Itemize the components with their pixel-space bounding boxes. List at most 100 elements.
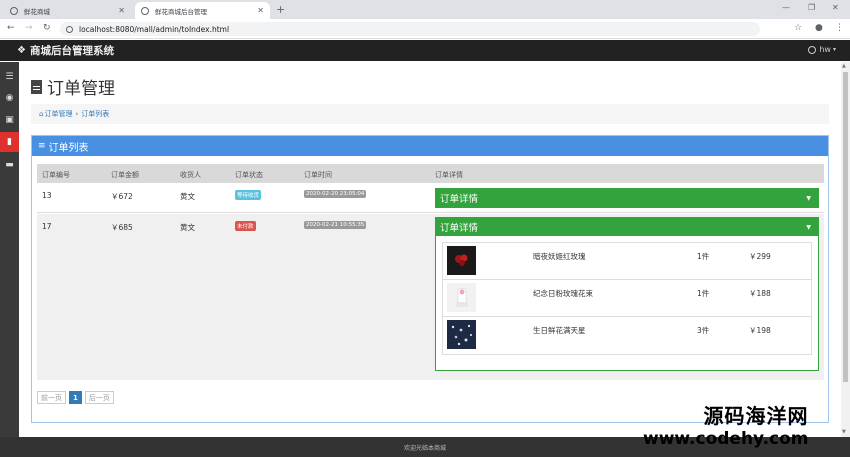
user-menu[interactable]: hw ▾ bbox=[808, 45, 836, 54]
panel-title: 订单列表 bbox=[48, 142, 89, 154]
pagination: 前一页 1 后一页 bbox=[37, 391, 117, 404]
tab-title: 鲜花商城 bbox=[24, 7, 50, 16]
item-qty: 1件 bbox=[697, 252, 710, 261]
cubes-icon: ❖ bbox=[17, 45, 26, 56]
column-header: 收货人 bbox=[180, 171, 201, 179]
back-icon[interactable]: ← bbox=[7, 23, 15, 33]
order-items-list: 暗夜妖姬红玫瑰 1件 ￥299 纪念日粉玫瑰花束 1件 ￥188 生日鲜花满天星… bbox=[442, 242, 812, 355]
sidebar: ☰ ◉ ▣ ▮ ▬ bbox=[0, 62, 19, 437]
menu-icon: ☰ bbox=[5, 72, 14, 82]
user-name: hw bbox=[819, 45, 831, 54]
forward-icon[interactable]: → bbox=[25, 23, 33, 33]
column-header: 订单时间 bbox=[304, 171, 332, 179]
order-receiver: 黄文 bbox=[180, 192, 195, 201]
item-price: ￥188 bbox=[749, 289, 771, 298]
detail-label: 订单详情 bbox=[440, 194, 479, 205]
list-icon: ≡ bbox=[38, 141, 46, 151]
caret-down-icon: ▼ bbox=[806, 194, 811, 202]
table-row: 17 ￥685 黄文 未付款 2020-02-21 10:55:35 订单详情 … bbox=[37, 214, 824, 380]
column-header: 订单详情 bbox=[435, 171, 463, 179]
watermark-line2: www.codehy.com bbox=[643, 429, 809, 449]
item-name: 纪念日粉玫瑰花束 bbox=[533, 289, 593, 298]
order-detail-toggle[interactable]: 订单详情 ▼ bbox=[435, 188, 819, 208]
prev-page-button[interactable]: 前一页 bbox=[37, 391, 66, 404]
order-detail-body: 暗夜妖姬红玫瑰 1件 ￥299 纪念日粉玫瑰花束 1件 ￥188 生日鲜花满天星… bbox=[435, 236, 819, 371]
item-name: 生日鲜花满天星 bbox=[533, 326, 586, 335]
document-icon: ▮ bbox=[7, 137, 12, 147]
order-amount: ￥672 bbox=[111, 192, 133, 201]
info-icon bbox=[66, 25, 73, 33]
page-button-current[interactable]: 1 bbox=[69, 391, 82, 404]
main-content: 订单管理 ⌂ 订单管理 › 订单列表 ≡ 订单列表 订单编号 订单金额 收货人 … bbox=[19, 62, 841, 437]
caret-down-icon: ▼ bbox=[806, 223, 811, 231]
reload-icon[interactable]: ↻ bbox=[43, 23, 51, 33]
product-thumbnail bbox=[447, 246, 476, 275]
next-page-button[interactable]: 后一页 bbox=[84, 391, 114, 404]
order-time-badge: 2020-02-20 23:05:04 bbox=[304, 190, 367, 198]
browser-tab-1[interactable]: 鲜花商城 ✕ bbox=[6, 2, 131, 19]
table-header: 订单编号 订单金额 收货人 订单状态 订单时间 订单详情 bbox=[37, 164, 824, 183]
star-icon[interactable]: ☆ bbox=[794, 23, 802, 33]
sidebar-item-menu[interactable]: ☰ bbox=[0, 67, 19, 87]
scrollbar[interactable]: ▲ ▼ bbox=[841, 62, 850, 437]
minimize-icon[interactable]: — bbox=[782, 3, 790, 12]
item-name: 暗夜妖姬红玫瑰 bbox=[533, 252, 586, 261]
order-id: 13 bbox=[42, 191, 52, 200]
column-header: 订单编号 bbox=[42, 171, 70, 179]
close-icon[interactable]: ✕ bbox=[118, 6, 125, 15]
sidebar-item-images[interactable]: ▣ bbox=[0, 110, 19, 130]
order-detail-toggle[interactable]: 订单详情 ▼ bbox=[435, 217, 819, 237]
column-header: 订单状态 bbox=[235, 171, 263, 179]
breadcrumb: ⌂ 订单管理 › 订单列表 bbox=[31, 104, 829, 124]
scroll-down-icon[interactable]: ▼ bbox=[842, 429, 846, 435]
breadcrumb-home[interactable]: 订单管理 bbox=[44, 109, 72, 119]
caret-down-icon: ▾ bbox=[832, 46, 836, 53]
scroll-up-icon[interactable]: ▲ bbox=[842, 63, 846, 69]
column-header: 订单金额 bbox=[111, 171, 139, 179]
new-tab-icon[interactable]: + bbox=[276, 3, 285, 16]
order-id: 17 bbox=[42, 222, 52, 231]
file-icon bbox=[31, 79, 42, 94]
item-qty: 3件 bbox=[697, 326, 710, 335]
url-text: localhost:8080/mall/admin/toIndex.html bbox=[79, 24, 230, 34]
watermark: 源码海洋网 www.codehy.com bbox=[643, 400, 809, 449]
order-time-badge: 2020-02-21 10:55:35 bbox=[304, 221, 367, 229]
close-icon[interactable]: ✕ bbox=[257, 6, 264, 15]
tab-title: 鲜花商城后台管理 bbox=[155, 7, 207, 16]
table-row: 13 ￥672 黄文 等待收货 2020-02-20 23:05:04 订单详情… bbox=[37, 183, 824, 213]
footer-text: 欢迎光临本商城 bbox=[403, 444, 446, 452]
sidebar-item-products[interactable]: ▬ bbox=[0, 155, 19, 175]
order-receiver: 黄文 bbox=[180, 223, 195, 232]
product-thumbnail bbox=[447, 283, 476, 312]
browser-tabbar: 鲜花商城 ✕ 鲜花商城后台管理 ✕ + — ❐ ✕ bbox=[0, 0, 850, 19]
image-icon: ▣ bbox=[5, 115, 14, 125]
status-badge: 未付款 bbox=[235, 221, 256, 231]
page-title: 订单管理 bbox=[31, 74, 115, 99]
window-close-icon[interactable]: ✕ bbox=[832, 3, 839, 12]
product-thumbnail bbox=[447, 320, 476, 349]
user-icon bbox=[808, 45, 817, 54]
scrollbar-thumb[interactable] bbox=[843, 72, 848, 382]
maximize-icon[interactable]: ❐ bbox=[808, 3, 815, 12]
brand[interactable]: ❖ 商城后台管理系统 bbox=[17, 43, 114, 58]
briefcase-icon: ▬ bbox=[5, 160, 14, 170]
item-qty: 1件 bbox=[697, 289, 710, 298]
watermark-line1: 源码海洋网 bbox=[703, 404, 809, 428]
sidebar-item-users[interactable]: ◉ bbox=[0, 88, 19, 108]
more-icon[interactable]: ⋮ bbox=[835, 23, 844, 33]
breadcrumb-separator: › bbox=[75, 110, 79, 118]
page-title-text: 订单管理 bbox=[47, 79, 115, 99]
order-panel: ≡ 订单列表 订单编号 订单金额 收货人 订单状态 订单时间 订单详情 13 ￥… bbox=[31, 135, 829, 423]
globe-icon bbox=[141, 6, 149, 15]
app-navbar: ❖ 商城后台管理系统 hw ▾ bbox=[0, 40, 850, 61]
item-price: ￥299 bbox=[749, 252, 771, 261]
home-icon: ⌂ bbox=[39, 110, 44, 118]
profile-icon[interactable]: ● bbox=[815, 23, 823, 33]
breadcrumb-current[interactable]: 订单列表 bbox=[81, 109, 109, 119]
url-field[interactable]: localhost:8080/mall/admin/toIndex.html bbox=[60, 22, 760, 36]
sidebar-item-orders[interactable]: ▮ bbox=[0, 132, 19, 152]
brand-title: 商城后台管理系统 bbox=[29, 45, 114, 57]
browser-tab-2[interactable]: 鲜花商城后台管理 ✕ bbox=[135, 2, 270, 19]
status-badge: 等待收货 bbox=[235, 190, 262, 200]
address-bar: ← → ↻ localhost:8080/mall/admin/toIndex.… bbox=[0, 19, 850, 39]
